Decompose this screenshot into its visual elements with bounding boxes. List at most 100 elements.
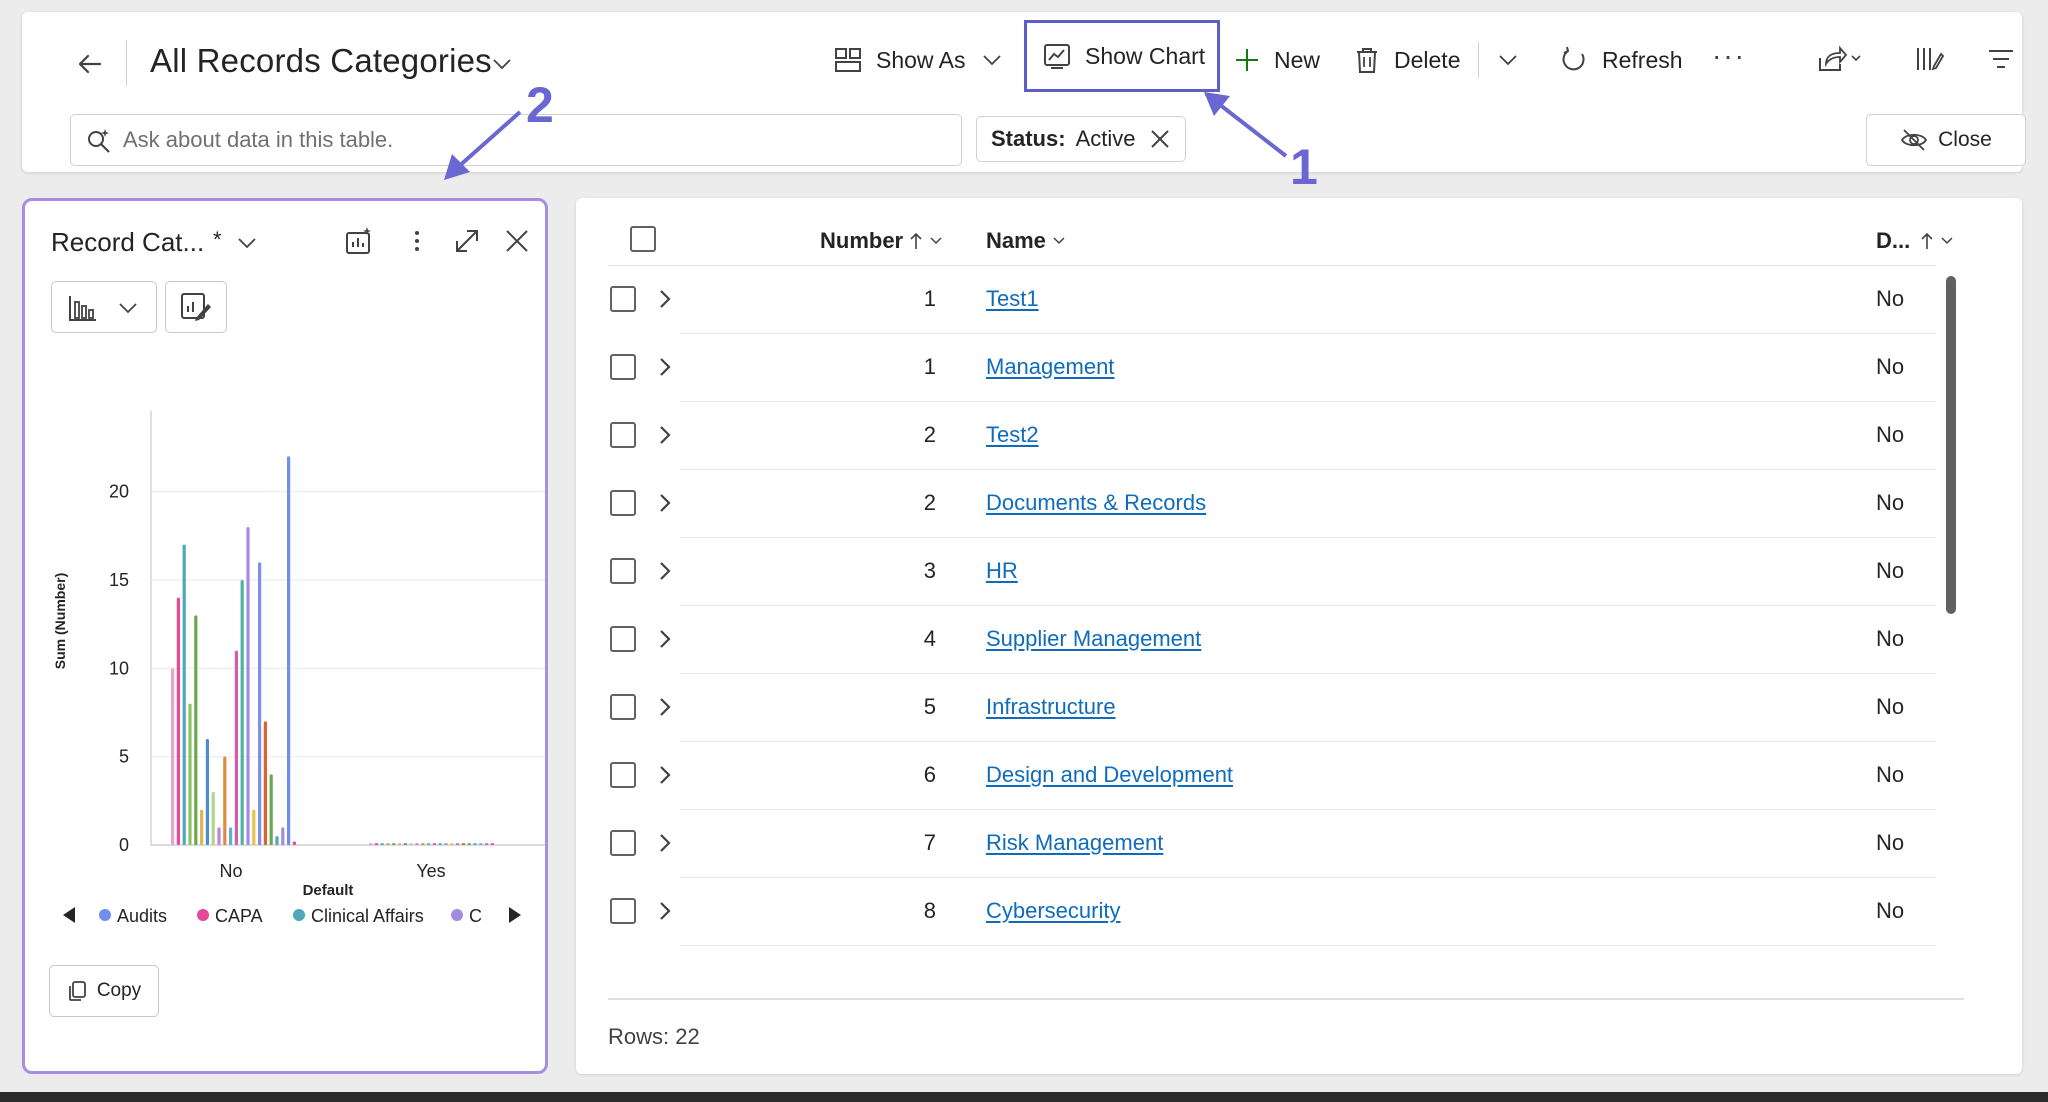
select-all-checkbox[interactable] — [630, 226, 656, 252]
row-checkbox[interactable] — [610, 898, 636, 924]
status-filter-chip[interactable]: Status: Active — [976, 116, 1187, 162]
legend-item[interactable]: C — [469, 906, 482, 926]
expand-icon[interactable] — [451, 225, 483, 257]
bar-yes-3[interactable] — [380, 843, 384, 845]
table-row[interactable]: 3 HR No — [608, 538, 1936, 606]
chevron-right-icon[interactable] — [652, 558, 678, 584]
bar-no-1[interactable] — [171, 668, 175, 845]
bar-yes-4[interactable] — [386, 843, 390, 845]
bar-yes-2[interactable] — [374, 843, 378, 845]
bar-no-10[interactable] — [223, 756, 227, 845]
bar-yes-17[interactable] — [461, 843, 465, 845]
bar-no-16[interactable] — [258, 562, 262, 845]
close-icon[interactable] — [1149, 128, 1171, 150]
bar-no-3[interactable] — [182, 544, 186, 845]
legend-item[interactable]: Clinical Affairs — [311, 906, 424, 926]
table-row[interactable]: 2 Test2 No — [608, 402, 1936, 470]
close-button[interactable]: Close — [1866, 114, 2026, 166]
vertical-scrollbar[interactable] — [1946, 276, 1956, 614]
copy-button[interactable]: Copy — [49, 965, 159, 1017]
bar-yes-19[interactable] — [473, 843, 477, 845]
bar-no-8[interactable] — [211, 792, 215, 845]
bar-no-7[interactable] — [205, 739, 209, 845]
chevron-right-icon[interactable] — [652, 286, 678, 312]
cell-name-link[interactable]: Test2 — [986, 422, 1039, 448]
row-checkbox[interactable] — [610, 694, 636, 720]
bar-yes-13[interactable] — [438, 843, 442, 845]
chevron-right-icon[interactable] — [652, 422, 678, 448]
row-checkbox[interactable] — [610, 354, 636, 380]
bar-yes-9[interactable] — [415, 843, 419, 845]
bar-no-13[interactable] — [240, 580, 244, 845]
bar-yes-21[interactable] — [485, 843, 489, 845]
new-button[interactable]: New — [1234, 34, 1320, 86]
bar-yes-6[interactable] — [398, 843, 402, 845]
bar-yes-16[interactable] — [456, 843, 460, 845]
row-checkbox[interactable] — [610, 286, 636, 312]
bar-no-21[interactable] — [287, 456, 291, 845]
legend-next-arrow[interactable] — [509, 907, 521, 923]
chevron-right-icon[interactable] — [652, 694, 678, 720]
bar-yes-11[interactable] — [427, 843, 431, 845]
cell-name-link[interactable]: Management — [986, 354, 1114, 380]
bar-no-6[interactable] — [200, 809, 204, 845]
bar-no-11[interactable] — [229, 827, 233, 845]
cell-name-link[interactable]: Cybersecurity — [986, 898, 1120, 924]
table-row[interactable]: 8 Cybersecurity No — [608, 878, 1936, 946]
chevron-right-icon[interactable] — [652, 762, 678, 788]
chart-insights-icon[interactable] — [343, 225, 375, 257]
ask-data-input[interactable] — [70, 114, 962, 166]
show-as-button[interactable]: Show As — [834, 34, 966, 86]
chevron-down-icon[interactable] — [235, 231, 259, 255]
refresh-button[interactable]: Refresh — [1560, 34, 1683, 86]
table-row[interactable]: 4 Supplier Management No — [608, 606, 1936, 674]
table-row[interactable]: 5 Infrastructure No — [608, 674, 1936, 742]
column-header-number[interactable]: Number — [820, 228, 943, 254]
bar-no-17[interactable] — [263, 721, 267, 845]
cell-name-link[interactable]: Test1 — [986, 286, 1039, 312]
legend-item[interactable]: CAPA — [215, 906, 263, 926]
bar-no-9[interactable] — [217, 827, 221, 845]
more-commands-button[interactable]: ··· — [1712, 40, 1746, 72]
bar-yes-18[interactable] — [467, 843, 471, 845]
chevron-down-icon[interactable] — [490, 52, 514, 76]
bar-yes-20[interactable] — [479, 843, 483, 845]
row-checkbox[interactable] — [610, 830, 636, 856]
bar-no-2[interactable] — [176, 597, 180, 845]
row-checkbox[interactable] — [610, 762, 636, 788]
bar-no-14[interactable] — [246, 527, 250, 845]
row-checkbox[interactable] — [610, 490, 636, 516]
share-icon[interactable] — [1816, 44, 1866, 74]
bar-yes-7[interactable] — [403, 843, 407, 845]
column-header-default[interactable]: D... — [1876, 228, 1954, 254]
table-row[interactable]: 7 Risk Management No — [608, 810, 1936, 878]
cell-name-link[interactable]: Supplier Management — [986, 626, 1201, 652]
chevron-down-icon[interactable] — [980, 48, 1004, 72]
bar-yes-10[interactable] — [421, 843, 425, 845]
bar-no-5[interactable] — [194, 615, 198, 845]
legend-item[interactable]: Audits — [117, 906, 167, 926]
chevron-right-icon[interactable] — [652, 898, 678, 924]
bar-no-20[interactable] — [281, 827, 285, 845]
edit-columns-icon[interactable] — [1914, 44, 1944, 74]
bar-yes-5[interactable] — [392, 843, 396, 845]
close-icon[interactable] — [501, 225, 533, 257]
cell-name-link[interactable]: Risk Management — [986, 830, 1163, 856]
bar-yes-12[interactable] — [432, 843, 436, 845]
row-checkbox[interactable] — [610, 422, 636, 448]
chevron-right-icon[interactable] — [652, 830, 678, 856]
bar-yes-14[interactable] — [444, 843, 448, 845]
edit-chart-button[interactable] — [165, 281, 227, 333]
table-row[interactable]: 9Product IdentificationNo — [608, 946, 1936, 966]
chevron-down-icon[interactable] — [1496, 48, 1520, 72]
back-button[interactable] — [70, 44, 110, 84]
bar-no-22[interactable] — [292, 841, 296, 845]
column-header-name[interactable]: Name — [986, 228, 1066, 254]
row-checkbox[interactable] — [610, 558, 636, 584]
bar-no-18[interactable] — [269, 774, 273, 845]
chevron-right-icon[interactable] — [652, 626, 678, 652]
bar-yes-15[interactable] — [450, 843, 454, 845]
table-row[interactable]: 2 Documents & Records No — [608, 470, 1936, 538]
chart-type-dropdown[interactable] — [51, 281, 157, 333]
cell-name-link[interactable]: Infrastructure — [986, 694, 1116, 720]
